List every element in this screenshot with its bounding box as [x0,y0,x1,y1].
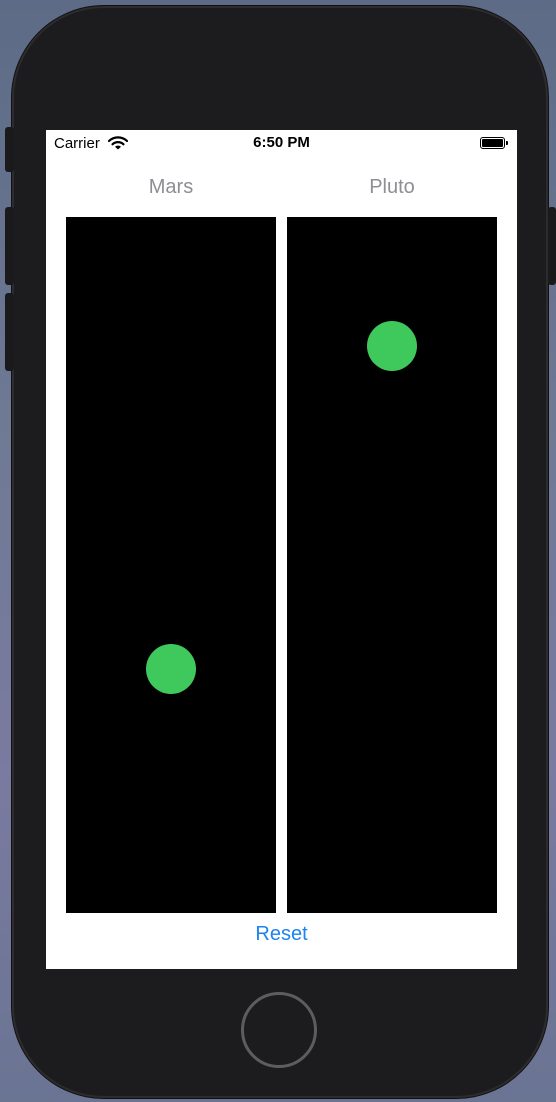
status-bar: Carrier 6:50 PM [46,130,517,156]
app-screen: Carrier 6:50 PM Mars Pluto Reset [46,130,517,969]
reset-button[interactable]: Reset [46,923,517,946]
mars-label: Mars [148,176,194,198]
pluto-puck[interactable] [367,320,417,371]
mars-track[interactable] [66,217,276,913]
battery-icon [480,137,508,149]
pluto-track[interactable] [287,217,497,913]
power-button [548,207,556,285]
volume-up-button [5,207,14,285]
pluto-label: Pluto [369,176,415,198]
mute-switch [5,127,14,172]
volume-down-button [5,293,14,371]
mars-puck[interactable] [146,644,196,695]
status-time: 6:50 PM [253,134,310,151]
home-button[interactable] [241,992,317,1068]
